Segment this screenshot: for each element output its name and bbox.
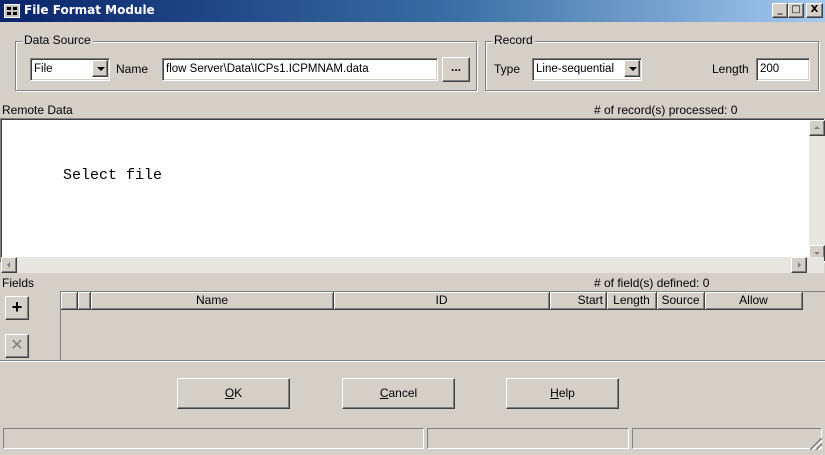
maximize-button[interactable]: □	[788, 3, 804, 18]
record-type-label: Type	[494, 62, 521, 76]
scroll-left-icon[interactable]	[1, 257, 17, 273]
file-name-input[interactable]: flow Server\Data\ICPs1.ICPMNAM.data	[162, 58, 438, 81]
title-bar[interactable]: File Format Module _ □ X	[0, 0, 825, 22]
resize-grip-icon[interactable]	[810, 438, 822, 450]
records-processed-status: # of record(s) processed: 0	[594, 103, 738, 117]
divider	[0, 360, 825, 362]
fields-label: Fields	[2, 276, 35, 290]
status-panel-1	[3, 428, 424, 449]
column-header-start[interactable]: Start	[550, 292, 607, 310]
file-name-value: flow Server\Data\ICPs1.ICPMNAM.data	[166, 63, 369, 75]
remote-data-content: Select file	[63, 167, 163, 184]
column-header-length[interactable]: Length	[607, 292, 657, 310]
horizontal-scrollbar[interactable]	[1, 257, 824, 273]
record-length-label: Length	[712, 62, 749, 76]
app-icon	[4, 4, 20, 18]
browse-button[interactable]: ...	[442, 57, 470, 82]
record-group-label: Record	[492, 33, 535, 47]
ok-rest: K	[234, 386, 243, 400]
record-length-input[interactable]: 200	[756, 58, 810, 81]
help-mnemonic: H	[550, 386, 559, 400]
minimize-button[interactable]: _	[772, 3, 788, 18]
scroll-up-icon[interactable]	[809, 120, 825, 136]
close-button[interactable]: X	[806, 3, 823, 18]
record-length-value: 200	[760, 63, 780, 75]
ok-mnemonic: O	[224, 386, 235, 400]
fields-table[interactable]: Name ID Start Length Source Allow	[60, 291, 825, 360]
row-indicator-header	[78, 292, 91, 310]
status-panel-2	[427, 428, 629, 449]
ok-button[interactable]: OK	[177, 378, 290, 409]
cancel-rest: ancel	[388, 386, 418, 400]
column-header-id[interactable]: ID	[334, 292, 550, 310]
name-label: Name	[116, 62, 149, 76]
vertical-scrollbar[interactable]	[809, 120, 825, 261]
cancel-button[interactable]: Cancel	[342, 378, 455, 409]
source-type-select[interactable]: File	[30, 58, 110, 81]
remote-data-label: Remote Data	[2, 103, 73, 117]
window-title: File Format Module	[24, 3, 155, 17]
remote-data-viewer[interactable]: Select file	[0, 118, 825, 263]
delete-field-button[interactable]: ✕	[5, 334, 29, 358]
help-button[interactable]: Help	[506, 378, 619, 409]
record-type-select[interactable]: Line-sequential	[532, 58, 642, 81]
data-source-group-label: Data Source	[22, 33, 93, 47]
add-field-button[interactable]: +	[5, 296, 29, 320]
column-header-name[interactable]: Name	[91, 292, 334, 310]
chevron-down-icon[interactable]	[624, 60, 640, 77]
fields-defined-status: # of field(s) defined: 0	[594, 276, 710, 290]
scroll-right-icon[interactable]	[791, 257, 807, 273]
chevron-down-icon[interactable]	[92, 60, 108, 77]
help-rest: elp	[558, 386, 575, 400]
column-header-source[interactable]: Source	[657, 292, 705, 310]
row-selector-header	[61, 292, 78, 310]
status-panel-3	[632, 428, 822, 449]
column-header-allow[interactable]: Allow	[705, 292, 803, 310]
